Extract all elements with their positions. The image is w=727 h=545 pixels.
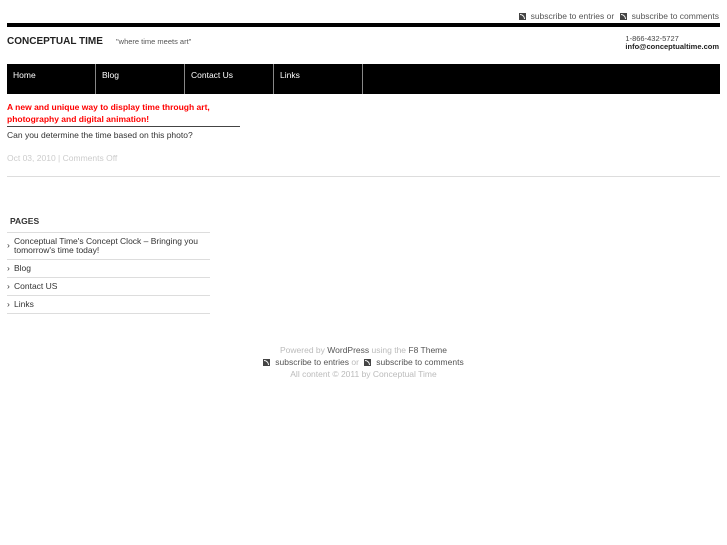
separator: | [58,153,61,163]
nav-links[interactable]: Links [274,64,363,94]
sidebar-heading: PAGES [10,216,40,226]
top-bar [7,23,720,27]
or-text: or [606,11,615,21]
top-subscribe: subscribe to entries or subscribe to com… [518,11,719,21]
page-item[interactable]: Contact US [7,278,210,296]
using-text: using the [371,345,407,355]
post-date: Oct 03, 2010 [7,153,56,163]
footer-subscribe-comments[interactable]: subscribe to comments [376,357,463,367]
nav-blog[interactable]: Blog [96,64,185,94]
post-text: Can you determine the time based on this… [7,130,193,140]
subscribe-comments-link[interactable]: subscribe to comments [632,11,719,21]
site-tagline: "where time meets art" [116,37,192,46]
comments-link[interactable]: Comments Off [63,153,118,163]
page-item[interactable]: Blog [7,260,210,278]
page-item[interactable]: Conceptual Time's Concept Clock – Bringi… [7,233,210,260]
post-title[interactable]: A new and unique way to display time thr… [7,101,240,127]
theme-link[interactable]: F8 Theme [408,345,447,355]
or-text: or [351,357,359,367]
post-meta: Oct 03, 2010 | Comments Off [7,153,117,163]
email[interactable]: info@conceptualtime.com [625,42,719,51]
wordpress-link[interactable]: WordPress [327,345,369,355]
main-nav: Home Blog Contact Us Links [7,64,720,94]
site-title[interactable]: CONCEPTUAL TIME [7,36,103,47]
footer-subscribe-entries[interactable]: subscribe to entries [275,357,349,367]
subscribe-entries-link[interactable]: subscribe to entries [531,11,605,21]
copyright: All content © 2011 by Conceptual Time [290,369,437,379]
contact-info: 1-866-432-5727 info@conceptualtime.com [625,35,719,51]
footer: Powered by WordPress using the F8 Theme … [0,344,727,380]
rss-icon [263,359,271,366]
rss-icon [619,13,627,20]
rss-icon [364,359,372,366]
page-item[interactable]: Links [7,296,210,314]
pages-list: Conceptual Time's Concept Clock – Bringi… [7,232,210,314]
rss-icon [518,13,526,20]
powered-text: Powered by [280,345,325,355]
nav-contact[interactable]: Contact Us [185,64,274,94]
nav-home[interactable]: Home [7,64,96,94]
divider [7,176,720,177]
